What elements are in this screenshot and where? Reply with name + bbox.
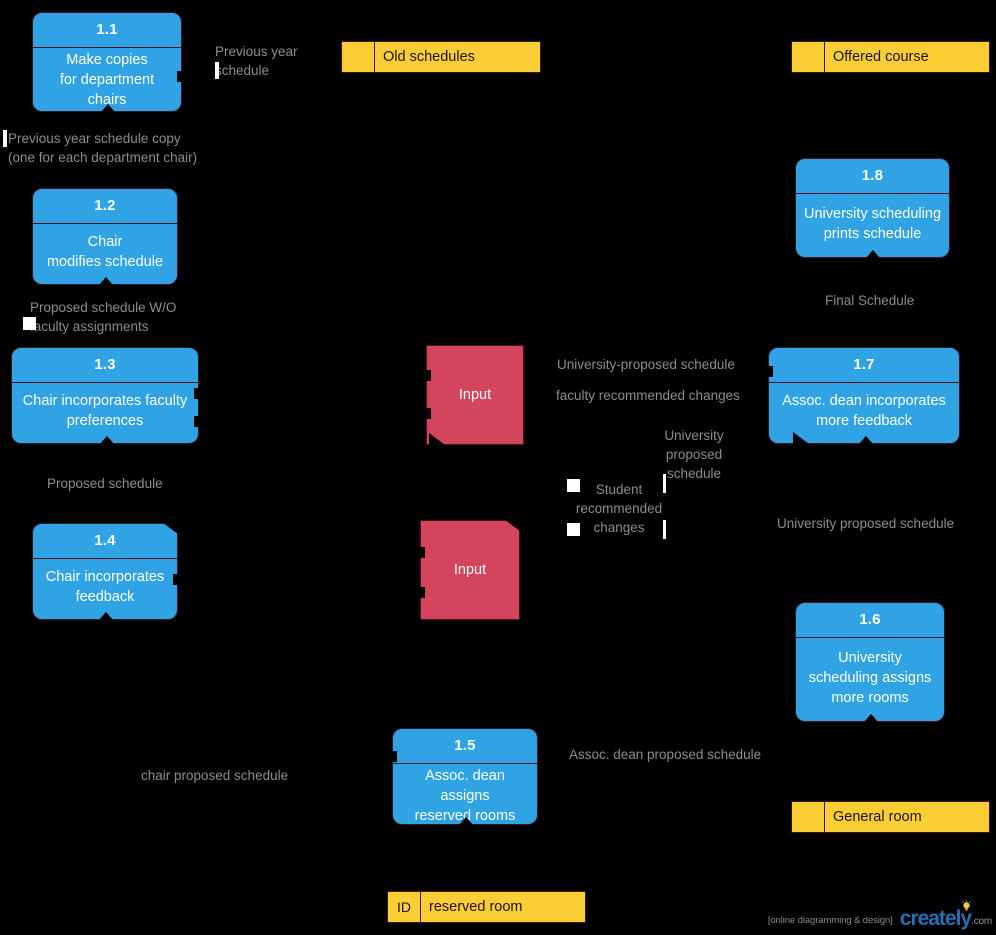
flow-marker-icon [23,317,36,330]
connector-notch-left-icon [425,408,431,419]
watermark-tagline: [online diagramming & design] [767,915,893,926]
datastore-general-room[interactable]: General room [791,801,990,833]
datastore-old-schedules[interactable]: Old schedules [341,41,541,73]
connector-notch-bottom-left-icon [429,433,445,445]
process-label: Chair modifies schedule [46,234,164,270]
process-id: 1.3 [12,348,198,383]
process-label: Make copies for department chairs [59,52,155,108]
datastore-id [792,802,825,832]
process-label: University scheduling assigns more rooms [808,649,932,706]
datastore-id: ID [388,892,421,922]
flow-marker-icon [567,523,580,536]
flow-marker-icon [567,479,580,492]
flow-label-university-proposed-schedule: University proposed schedule [777,516,955,531]
process-node-1-6[interactable]: 1.6 University scheduling assigns more r… [795,602,945,722]
process-id: 1.6 [796,603,944,638]
datastore-label: Old schedules [383,49,475,65]
process-node-1-2[interactable]: 1.2 Chair modifies schedule [32,188,178,285]
flow-marker-icon [3,130,7,147]
entity-label: Input [458,387,492,403]
process-label: Chair incorporates faculty preferences [22,393,188,429]
flow-label-proposed-schedule-wo-faculty: Proposed schedule W/O faculty assignment… [30,300,177,334]
flow-label-faculty-recommended-changes: faculty recommended changes [556,388,740,403]
process-node-1-5[interactable]: 1.5 Assoc. dean assigns reserved rooms [391,728,538,825]
process-id: 1.5 [393,729,537,764]
datastore-label: General room [833,809,922,825]
flow-label-university-proposed-schedule-stacked: University proposed schedule [664,428,724,481]
connector-notch-left-icon [425,370,431,381]
diagram-canvas: 1.1 Make copies for department chairs 1.… [0,0,996,935]
datastore-label: Offered course [833,49,929,65]
flow-marker-icon [215,62,219,79]
process-node-1-3[interactable]: 1.3 Chair incorporates faculty preferenc… [11,347,200,444]
watermark-tld: .com [971,916,992,927]
process-label: University scheduling prints schedule [804,205,942,242]
flow-label-final-schedule: Final Schedule [825,293,915,308]
watermark-brand: creately [899,907,972,930]
datastore-id [342,42,375,72]
external-entity-input-lower[interactable]: Input [419,520,520,620]
connector-notch-left-icon [419,547,425,558]
external-entity-input-upper[interactable]: Input [425,345,524,445]
datastore-offered-course[interactable]: Offered course [791,41,990,73]
flow-label-previous-year-schedule-copy: Previous year schedule copy (one for eac… [8,131,198,165]
connector-notch-left-icon [419,587,425,598]
datastore-reserved-room[interactable]: ID reserved room [387,891,586,923]
process-label: Chair incorporates feedback [45,569,165,605]
process-id: 1.4 [33,524,177,559]
datastore-id [792,42,825,72]
process-node-1-8[interactable]: 1.8 University scheduling prints schedul… [795,158,950,258]
flow-label-assoc-dean-proposed-schedule: Assoc. dean proposed schedule [569,747,762,762]
process-label: Assoc. dean assigns reserved rooms [414,768,516,824]
lightbulb-icon [962,899,971,911]
flow-label-student-recommended-changes: Student recommended changes [575,482,663,535]
flow-label-proposed-schedule: Proposed schedule [47,476,163,491]
creately-watermark: [online diagramming & design] creately .… [767,899,992,930]
entity-label: Input [453,562,487,578]
process-node-1-4[interactable]: 1.4 Chair incorporates feedback [32,523,179,620]
datastore-label: reserved room [429,899,523,915]
flow-label-chair-proposed-schedule: chair proposed schedule [141,768,289,783]
watermark-logo: creately .com [899,899,992,930]
flow-label-university-proposed-schedule-hyphen: University-proposed schedule [557,357,735,372]
flow-label-previous-year-schedule: Previous year schedule [215,44,298,78]
connector-notch-top-right-icon [505,520,520,531]
process-node-1-1[interactable]: 1.1 Make copies for department chairs [32,12,183,112]
process-id: 1.1 [33,13,181,48]
process-id: 1.2 [33,189,177,224]
process-id: 1.8 [796,159,949,194]
flow-marker-icon [663,520,666,539]
